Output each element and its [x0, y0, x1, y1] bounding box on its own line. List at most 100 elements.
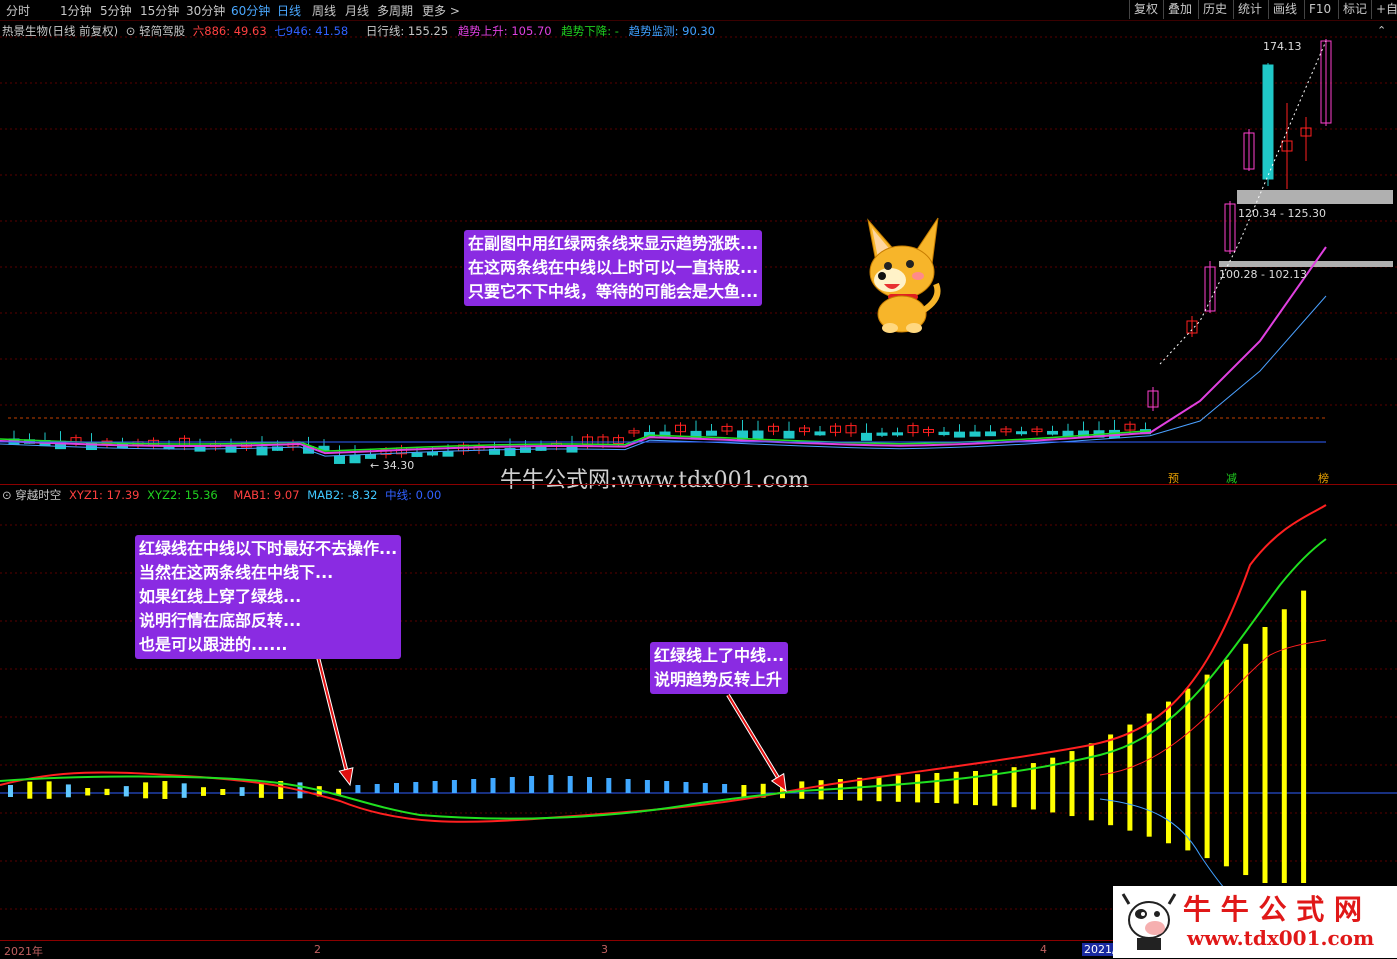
period-toolbar: 分时 1分钟 5分钟 15分钟 30分钟 60分钟 日线 周线 月线 多周期 更…	[0, 0, 1397, 21]
candle	[938, 431, 950, 436]
candle	[442, 451, 454, 457]
histogram-bar	[509, 777, 515, 793]
arrow-left-head	[338, 767, 354, 787]
period-tab-15min[interactable]: 15分钟	[140, 2, 179, 19]
histogram-bar-lower	[1088, 793, 1094, 821]
low-price-value: 34.30	[382, 459, 415, 472]
histogram-bar-lower	[1069, 793, 1075, 817]
candle	[1062, 430, 1074, 437]
sub-indicator-toggle-icon[interactable]: ⊙	[2, 488, 12, 502]
stats-button[interactable]: 统计	[1233, 0, 1266, 19]
period-tab-weekly[interactable]: 周线	[312, 2, 336, 19]
trend-monitor-value: 趋势监测: 90.30	[628, 24, 716, 38]
f10-button[interactable]: F10	[1304, 0, 1335, 19]
fuquan-button[interactable]: 复权	[1129, 0, 1162, 19]
period-tab-monthly[interactable]: 月线	[345, 2, 369, 19]
histogram-bar-lower	[837, 793, 843, 800]
candle	[1016, 431, 1027, 435]
histogram-bar	[258, 783, 264, 793]
mark-button[interactable]: 标记	[1338, 0, 1371, 19]
history-button[interactable]: 历史	[1198, 0, 1231, 19]
histogram-bar	[181, 783, 187, 793]
xyz1-value: XYZ1: 17.39	[68, 488, 140, 502]
ma-six-value: 六886: 49.63	[192, 24, 267, 38]
period-tab-multi[interactable]: 多周期	[377, 2, 413, 19]
histogram-bar	[104, 788, 110, 793]
histogram-bar	[394, 783, 399, 793]
histogram-bar-lower	[1204, 793, 1210, 859]
period-tab-daily[interactable]: 日线	[277, 2, 301, 19]
rally-candle	[1262, 64, 1274, 180]
period-tab-30min[interactable]: 30分钟	[186, 2, 225, 19]
histogram-bar	[1281, 609, 1287, 793]
histogram-bar	[220, 789, 226, 793]
histogram-bar	[664, 781, 670, 793]
histogram-bar	[702, 783, 708, 793]
histogram-bar	[953, 771, 959, 793]
zero-line-value: 中线: 0.00	[385, 488, 442, 502]
histogram-bar	[239, 787, 245, 793]
histogram-bar-lower	[297, 793, 303, 799]
sub-indicator-name[interactable]: 穿越时空	[15, 488, 61, 502]
histogram-bar	[625, 779, 631, 793]
candle	[411, 452, 423, 457]
candle	[892, 432, 903, 436]
histogram-bar-lower	[85, 793, 91, 796]
histogram-bar	[1108, 734, 1114, 793]
histogram-bar	[1262, 627, 1268, 793]
indicator-toggle-icon[interactable]: ⊙	[126, 24, 136, 38]
add-watchlist-button[interactable]: +自选	[1371, 0, 1397, 19]
histogram-bar-lower	[258, 793, 264, 798]
histogram-bar-lower	[278, 793, 284, 799]
histogram-bar	[934, 773, 940, 793]
histogram-bar-lower	[1301, 793, 1307, 883]
histogram-bar	[8, 785, 13, 793]
histogram-bar-lower	[1243, 793, 1249, 876]
histogram-bar-lower	[1108, 793, 1114, 826]
histogram-bar-lower	[220, 793, 226, 795]
histogram-bar	[567, 776, 573, 793]
candle	[985, 431, 996, 437]
histogram-bar-lower	[799, 793, 805, 799]
candle	[783, 430, 795, 439]
histogram-bar-lower	[1185, 793, 1191, 851]
zone2-label: 100.28 - 102.13	[1219, 268, 1307, 281]
candle	[225, 446, 237, 453]
period-tab-fenshi[interactable]: 分时	[6, 2, 30, 19]
chevron-up-icon[interactable]: ⌃	[1377, 24, 1386, 37]
histogram-bar-lower	[143, 793, 149, 799]
histogram-bar	[973, 771, 978, 793]
arrow-left-shaft	[317, 656, 348, 770]
histogram-bar-lower	[818, 793, 824, 800]
date-label-apr: 4	[1040, 943, 1047, 956]
period-tab-more[interactable]: 更多 >	[422, 2, 460, 19]
histogram-bar	[1243, 643, 1249, 793]
candle	[334, 455, 345, 464]
high-price-label: 174.13	[1263, 40, 1302, 53]
low-price-label: ← 34.30	[370, 459, 415, 472]
histogram-bar-lower	[973, 793, 978, 806]
mab1-line	[1099, 639, 1327, 776]
period-tab-1min[interactable]: 1分钟	[60, 2, 92, 19]
histogram-bar	[529, 776, 535, 793]
indicator-name[interactable]: 轻简驾股	[139, 24, 185, 38]
candle	[365, 454, 376, 459]
histogram-bar	[1204, 674, 1210, 793]
period-tab-60min[interactable]: 60分钟	[231, 2, 270, 19]
overlay-button[interactable]: 叠加	[1163, 0, 1196, 19]
logo-title: 牛 牛 公 式 网	[1183, 893, 1362, 926]
histogram-bar-lower	[1146, 793, 1152, 837]
callout-top: 在副图中用红绿两条线来显示趋势涨跌... 在这两条线在中线以上时可以一直持股..…	[464, 230, 763, 306]
histogram-bar	[143, 782, 149, 793]
histogram-bar-lower	[876, 793, 882, 802]
trend-down-value: 趋势下降: -	[561, 24, 619, 38]
draw-button[interactable]: 画线	[1268, 0, 1301, 19]
histogram-bar-lower	[915, 793, 921, 803]
period-tab-5min[interactable]: 5分钟	[100, 2, 132, 19]
logo-url: www.tdx001.com	[1187, 926, 1375, 950]
histogram-bar	[490, 778, 496, 793]
histogram-bar	[162, 781, 168, 793]
histogram-bar	[413, 782, 419, 793]
histogram-bar	[760, 783, 766, 793]
candle	[814, 431, 826, 436]
